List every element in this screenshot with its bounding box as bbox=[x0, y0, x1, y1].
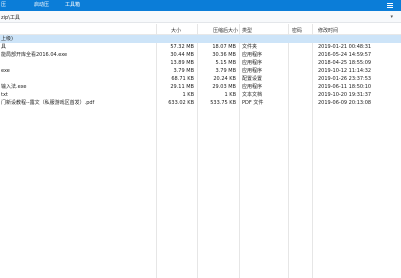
table-row[interactable]: exe 3.79 MB 3.79 MB 应用程序 2019-10-12 11:1… bbox=[0, 67, 401, 75]
file-modified: 2019-06-09 20:13:08 bbox=[318, 100, 372, 106]
file-packed-size: 533.75 KB bbox=[210, 100, 236, 106]
file-size: 3.79 MB bbox=[173, 68, 194, 74]
file-type: 应用程序 bbox=[242, 84, 263, 90]
column-password[interactable]: 密码 bbox=[292, 27, 302, 34]
file-packed-size: 20.24 KB bbox=[213, 76, 236, 82]
file-packed-size: 30.36 MB bbox=[212, 52, 236, 58]
table-row[interactable]: 68.71 KB 20.24 KB 配置设置 2019-01-26 23:37:… bbox=[0, 75, 401, 83]
table-row[interactable]: txt 1 KB 1 KB 文本文档 2019-10-20 19:31:37 bbox=[0, 91, 401, 99]
file-packed-size: 1 KB bbox=[224, 92, 236, 98]
column-type[interactable]: 类型 bbox=[242, 27, 252, 34]
column-header: 大小 压缩后大小 类型 密码 修改时间 bbox=[0, 24, 401, 35]
table-row[interactable]: 具 57.32 MB 18.07 MB 文件夹 2019-01-21 00:48… bbox=[0, 43, 401, 51]
table-row[interactable]: 上级) bbox=[0, 35, 401, 43]
table-row[interactable]: 能局部开库全看2016.04.exe 30.44 MB 30.36 MB 应用程… bbox=[0, 51, 401, 59]
file-name: exe bbox=[1, 68, 10, 74]
file-type: 文件夹 bbox=[242, 44, 258, 50]
table-row[interactable]: 输入法.exe 29.11 MB 29.03 MB 应用程序 2019-06-1… bbox=[0, 83, 401, 91]
path-bar: zip\工具 ▾ bbox=[0, 11, 401, 23]
file-name: 上级) bbox=[1, 36, 13, 42]
file-size: 633.02 KB bbox=[168, 100, 194, 106]
file-modified: 2019-10-12 11:14:32 bbox=[318, 68, 372, 74]
file-name: 具 bbox=[1, 44, 7, 50]
file-size: 30.44 MB bbox=[170, 52, 194, 58]
file-size: 29.11 MB bbox=[170, 84, 194, 90]
file-type: 文本文档 bbox=[242, 92, 263, 98]
chevron-down-icon[interactable]: ▾ bbox=[390, 14, 393, 20]
column-modified[interactable]: 修改时间 bbox=[318, 27, 338, 34]
file-size: 1 KB bbox=[182, 92, 194, 98]
menu-icon[interactable] bbox=[387, 3, 393, 8]
file-modified: 2018-04-25 18:55:09 bbox=[318, 60, 372, 66]
file-size: 13.89 MB bbox=[170, 60, 194, 66]
table-row[interactable]: 门新设教程--露文（私服游戏区首发）.pdf 633.02 KB 533.75 … bbox=[0, 99, 401, 107]
file-size: 68.71 KB bbox=[171, 76, 194, 82]
file-size: 57.32 MB bbox=[170, 44, 194, 50]
file-type: 应用程序 bbox=[242, 52, 263, 58]
file-packed-size: 5.15 MB bbox=[215, 60, 236, 66]
file-type: 应用程序 bbox=[242, 60, 263, 66]
file-modified: 2019-06-11 18:50:10 bbox=[318, 84, 372, 90]
toolbar-item-1[interactable]: 压 bbox=[1, 3, 6, 8]
column-size[interactable]: 大小 bbox=[171, 27, 181, 34]
file-modified: 2016-05-24 14:59:57 bbox=[318, 52, 372, 58]
file-name: 输入法.exe bbox=[1, 84, 27, 90]
table-row[interactable]: 13.89 MB 5.15 MB 应用程序 2018-04-25 18:55:0… bbox=[0, 59, 401, 67]
file-modified: 2019-10-20 19:31:37 bbox=[318, 92, 372, 98]
file-name: 门新设教程--露文（私服游戏区首发）.pdf bbox=[1, 100, 95, 106]
file-packed-size: 18.07 MB bbox=[212, 44, 236, 50]
file-modified: 2019-01-21 00:48:31 bbox=[318, 44, 372, 50]
top-toolbar: 压 启动压 工具箱 bbox=[0, 0, 401, 11]
file-type: 配置设置 bbox=[242, 76, 263, 82]
toolbar-item-2[interactable]: 启动压 bbox=[34, 3, 49, 8]
toolbar-item-toolbox[interactable]: 工具箱 bbox=[65, 3, 80, 8]
file-type: PDF 文件 bbox=[242, 100, 264, 106]
file-name: txt bbox=[1, 92, 8, 98]
path-text[interactable]: zip\工具 bbox=[1, 14, 20, 21]
file-modified: 2019-01-26 23:37:53 bbox=[318, 76, 372, 82]
column-packed-size[interactable]: 压缩后大小 bbox=[213, 27, 238, 34]
file-packed-size: 29.03 MB bbox=[212, 84, 236, 90]
file-packed-size: 3.79 MB bbox=[215, 68, 236, 74]
file-name: 能局部开库全看2016.04.exe bbox=[1, 52, 68, 58]
file-type: 应用程序 bbox=[242, 68, 263, 74]
